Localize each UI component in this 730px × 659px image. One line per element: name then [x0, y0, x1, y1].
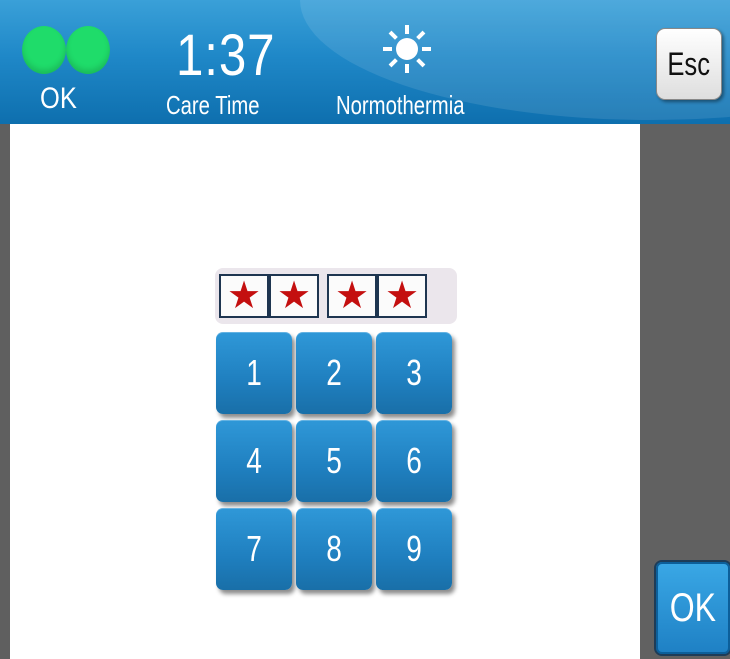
sun-icon — [383, 25, 431, 73]
key-5-label: 5 — [326, 440, 342, 481]
status-light-2 — [66, 26, 110, 74]
key-7[interactable]: 7 — [216, 508, 292, 590]
key-2[interactable]: 2 — [296, 332, 372, 414]
key-8[interactable]: 8 — [296, 508, 372, 590]
key-9-label: 9 — [406, 528, 422, 569]
pin-digit-4: ★ — [377, 274, 427, 318]
key-4[interactable]: 4 — [216, 420, 292, 502]
key-1[interactable]: 1 — [216, 332, 292, 414]
key-3-label: 3 — [406, 352, 422, 393]
care-time-value: 1:37 — [176, 23, 276, 88]
pin-digit-2: ★ — [269, 274, 319, 318]
status-light-1 — [22, 26, 66, 74]
header-bar: OK 1:37 Care Time Normothermia Esc — [0, 0, 730, 124]
esc-label: Esc — [667, 45, 711, 82]
mode-label: Normothermia — [336, 90, 465, 120]
pin-digit-1: ★ — [219, 274, 269, 318]
key-4-label: 4 — [246, 440, 262, 481]
esc-button[interactable]: Esc — [656, 28, 722, 100]
key-3[interactable]: 3 — [376, 332, 452, 414]
key-8-label: 8 — [326, 528, 342, 569]
key-6-label: 6 — [406, 440, 422, 481]
care-time-label: Care Time — [166, 90, 260, 120]
status-label: OK — [40, 82, 77, 115]
key-5[interactable]: 5 — [296, 420, 372, 502]
key-9[interactable]: 9 — [376, 508, 452, 590]
key-2-label: 2 — [326, 352, 342, 393]
pin-digit-3: ★ — [327, 274, 377, 318]
ok-label: OK — [669, 585, 717, 630]
ok-button[interactable]: OK — [654, 560, 730, 656]
key-1-label: 1 — [246, 352, 262, 393]
key-7-label: 7 — [246, 528, 262, 569]
key-6[interactable]: 6 — [376, 420, 452, 502]
pin-display: ★ ★ ★ ★ — [215, 268, 457, 324]
